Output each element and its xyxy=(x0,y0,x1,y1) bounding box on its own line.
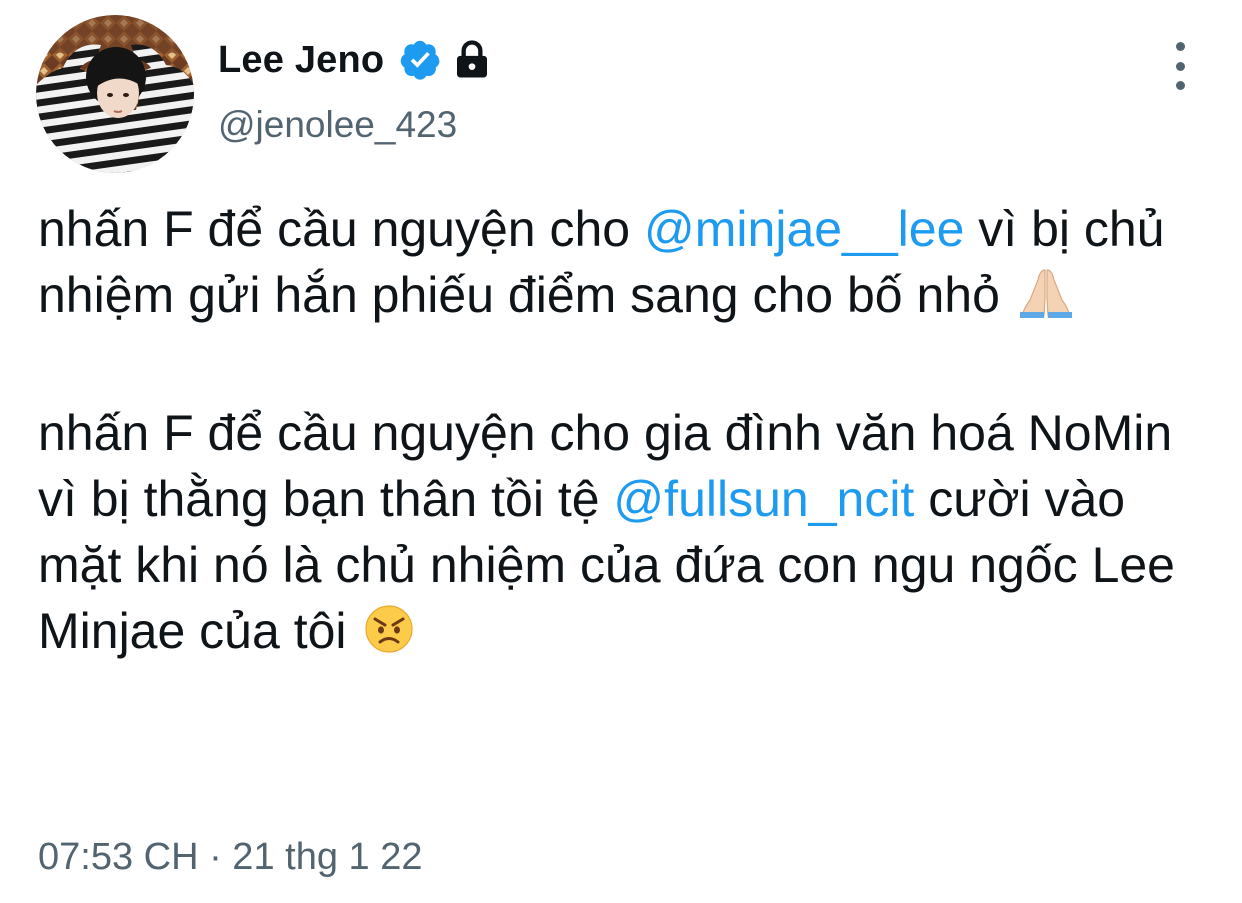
author-handle[interactable]: @jenolee_423 xyxy=(218,104,457,146)
tweet-paragraph-2: nhấn F để cầu nguyện cho gia đình văn ho… xyxy=(38,400,1218,670)
verified-badge-icon xyxy=(398,38,442,82)
mention-link[interactable]: @fullsun_ncit xyxy=(613,471,914,527)
avatar[interactable] xyxy=(36,15,194,173)
angry-face-emoji xyxy=(364,604,414,670)
display-name[interactable]: Lee Jeno xyxy=(218,39,384,82)
tweet-text-segment: nhấn F để cầu nguyện cho xyxy=(38,201,645,257)
tweet-text: nhấn F để cầu nguyện cho @minjae__lee vì… xyxy=(38,196,1218,670)
more-vertical-icon-dot xyxy=(1175,61,1185,71)
author-name-row: Lee Jeno xyxy=(218,34,492,86)
lock-icon xyxy=(452,38,492,82)
tweet-paragraph-1: nhấn F để cầu nguyện cho @minjae__lee vì… xyxy=(38,196,1218,334)
more-vertical-icon xyxy=(1175,42,1185,51)
avatar-image xyxy=(36,15,194,173)
folded-hands-emoji xyxy=(1018,268,1074,334)
more-vertical-icon-dot xyxy=(1175,81,1185,90)
mention-link[interactable]: @minjae__lee xyxy=(644,201,964,257)
tweet-timestamp[interactable]: 07:53 CH · 21 thg 1 22 xyxy=(38,836,422,879)
more-options-button[interactable] xyxy=(1160,42,1200,90)
